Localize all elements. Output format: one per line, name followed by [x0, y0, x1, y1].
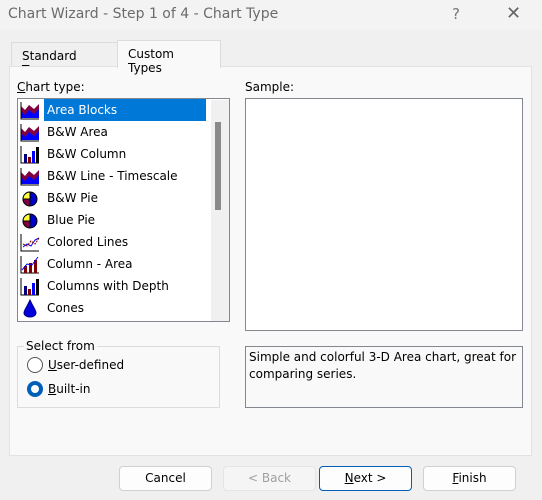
tab-standard-types[interactable]: Standard Types — [11, 42, 118, 77]
chart-type-item[interactable]: Area Blocks — [20, 99, 206, 121]
lines-icon — [20, 234, 40, 252]
chart-type-item[interactable]: B&W Area — [20, 121, 206, 143]
chart-type-item[interactable]: B&W Line - Timescale — [20, 165, 206, 187]
window-title: Chart Wizard - Step 1 of 4 - Chart Type — [8, 6, 279, 22]
sample-preview — [245, 98, 523, 331]
chart-type-item-label: Area Blocks — [44, 99, 206, 121]
sample-label: Sample: — [245, 80, 295, 94]
chart-type-item-label: B&W Area — [47, 125, 108, 139]
back-button[interactable]: < Back — [223, 466, 316, 491]
close-button[interactable]: ✕ — [506, 3, 521, 24]
chart-type-item-label: B&W Pie — [47, 191, 98, 205]
radio-circle[interactable] — [27, 357, 43, 373]
chart-type-item-label: B&W Column — [47, 147, 127, 161]
chart-type-item[interactable]: Column - Area — [20, 253, 206, 275]
chart-type-item-label: Column - Area — [47, 257, 133, 271]
select-from-label: Select from — [24, 339, 97, 353]
column-icon — [20, 146, 39, 164]
radio-user-defined[interactable]: User-defined — [27, 357, 124, 373]
help-button[interactable]: ? — [452, 5, 460, 23]
chart-type-item[interactable]: B&W Pie — [20, 187, 206, 209]
radio-built-in[interactable]: Built-in — [27, 381, 90, 397]
pie-icon — [22, 213, 38, 229]
next-button[interactable]: Next > — [319, 466, 412, 491]
list-scrollbar[interactable] — [211, 100, 229, 321]
pie-icon — [22, 191, 38, 207]
description-box: Simple and colorful 3-D Area chart, grea… — [245, 346, 523, 408]
cone-icon — [23, 298, 37, 318]
column-area-icon — [20, 256, 39, 274]
tab-custom-types[interactable]: Custom Types — [117, 40, 221, 75]
finish-button[interactable]: Finish — [423, 466, 516, 491]
select-from-group — [17, 346, 220, 408]
chart-type-item[interactable]: Colored Lines — [20, 231, 206, 253]
chart-type-item[interactable]: Columns with Depth — [20, 275, 206, 297]
column-icon — [20, 278, 39, 296]
chart-type-item[interactable]: B&W Column — [20, 143, 206, 165]
chart-type-item-label: Cones — [47, 301, 84, 315]
chart-type-label: Chart type: — [17, 80, 85, 94]
radio-circle-selected[interactable] — [27, 381, 43, 397]
cancel-button[interactable]: Cancel — [119, 466, 212, 491]
chart-type-item[interactable]: Cones — [20, 297, 206, 319]
chart-type-item-label: Colored Lines — [47, 235, 129, 249]
chart-type-item[interactable]: Blue Pie — [20, 209, 206, 231]
chart-type-item-label: B&W Line - Timescale — [47, 169, 178, 183]
scrollbar-thumb[interactable] — [215, 122, 221, 210]
area-icon — [20, 102, 39, 120]
area-icon — [20, 168, 39, 186]
chart-type-item-label: Columns with Depth — [47, 279, 169, 293]
area-icon — [20, 124, 39, 142]
chart-type-item-label: Blue Pie — [47, 213, 96, 227]
chart-type-list[interactable]: Area Blocks B&W Area B&W Column B&W Line - … — [17, 98, 230, 322]
